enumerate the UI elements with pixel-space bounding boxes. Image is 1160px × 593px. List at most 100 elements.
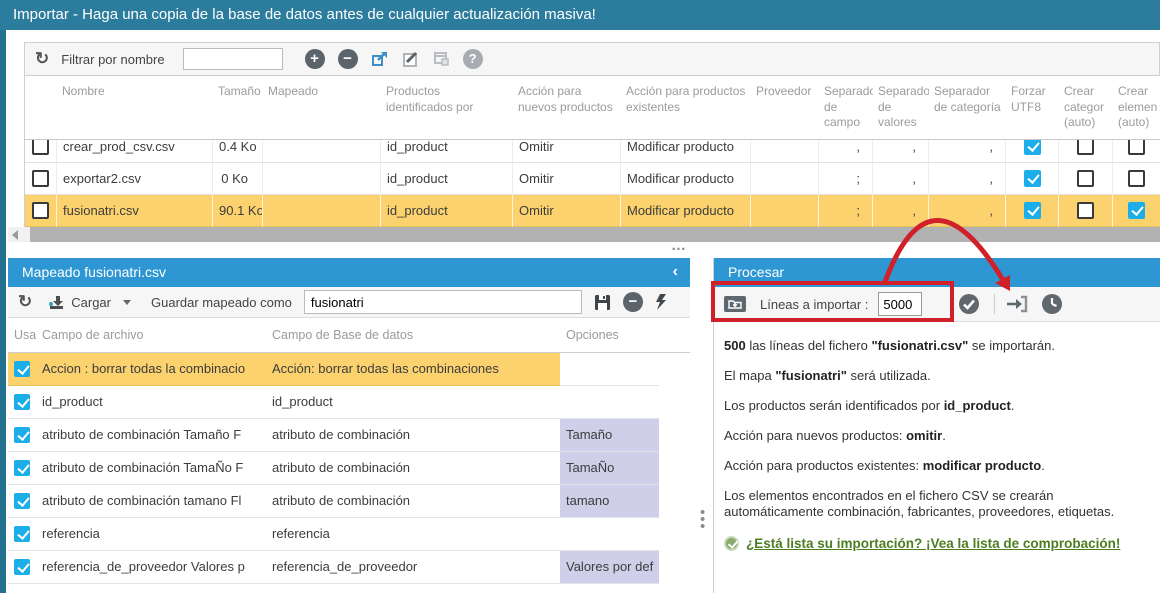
row-select-checkbox[interactable] xyxy=(32,202,49,219)
window-icon[interactable] xyxy=(433,51,450,67)
use-field-checkbox[interactable] xyxy=(14,361,30,377)
db-field-cell: atributo de combinación xyxy=(266,452,560,485)
files-col-nombre[interactable]: Nombre xyxy=(57,76,213,139)
file-mapped-cell xyxy=(263,140,381,163)
row-select-checkbox[interactable] xyxy=(32,170,49,187)
open-external-icon[interactable] xyxy=(371,50,389,68)
db-field-cell: referencia xyxy=(266,518,560,551)
use-field-checkbox[interactable] xyxy=(14,427,30,443)
edit-icon[interactable] xyxy=(402,50,420,68)
list-item[interactable]: referencia_de_proveedor Valores p refere… xyxy=(8,551,690,584)
use-field-checkbox[interactable] xyxy=(14,493,30,509)
create-categories-checkbox[interactable] xyxy=(1077,140,1094,155)
process-message: Los productos serán identificados por id… xyxy=(724,398,1156,414)
window-left-border xyxy=(0,30,6,593)
files-col-sep-categoria[interactable]: Separador de categoría xyxy=(929,76,1006,139)
mapping-name-input[interactable] xyxy=(304,290,582,314)
list-item[interactable]: atributo de combinación tamano Fl atribu… xyxy=(8,485,690,518)
refresh-mapping-icon[interactable]: ↻ xyxy=(18,293,32,311)
checklist-link[interactable]: ¿Está lista su importación? ¡Vea la list… xyxy=(746,536,1120,551)
files-col-crear-categor[interactable]: Crear categor (auto) xyxy=(1059,76,1113,139)
lines-to-import-input[interactable] xyxy=(878,292,922,316)
create-elements-checkbox[interactable] xyxy=(1128,202,1145,219)
lightning-icon[interactable] xyxy=(655,294,668,311)
table-row[interactable]: fusionatri.csv 90.1 Ko id_product Omitir… xyxy=(25,195,1160,227)
use-field-checkbox[interactable] xyxy=(14,460,30,476)
use-field-checkbox[interactable] xyxy=(14,559,30,575)
force-utf8-checkbox[interactable] xyxy=(1024,202,1041,219)
refresh-icon[interactable]: ↻ xyxy=(35,50,49,68)
mapping-col-campo-archivo[interactable]: Campo de archivo xyxy=(36,318,266,352)
mapping-col-opciones[interactable]: Opciones xyxy=(560,318,659,352)
file-name-cell: crear_prod_csv.csv xyxy=(57,140,213,163)
process-message: El mapa "fusionatri" será utilizada. xyxy=(724,368,1156,384)
filter-label: Filtrar por nombre xyxy=(61,52,164,67)
db-field-cell: Acción: borrar todas las combinaciones xyxy=(266,353,560,386)
save-mapping-icon[interactable] xyxy=(594,294,611,311)
files-table-body: crear_prod_csv.csv 0.4 Ko id_product Omi… xyxy=(24,140,1160,227)
use-field-checkbox[interactable] xyxy=(14,526,30,542)
create-categories-checkbox[interactable] xyxy=(1077,170,1094,187)
options-cell[interactable]: TamaÑo xyxy=(560,452,659,485)
row-select-checkbox[interactable] xyxy=(32,140,49,155)
files-col-tamano[interactable]: Tamaño xyxy=(213,76,263,139)
db-field-cell: atributo de combinación xyxy=(266,419,560,452)
toolbar-divider xyxy=(994,294,995,314)
mapping-col-campo-bd[interactable]: Campo de Base de datos xyxy=(266,318,560,352)
load-mapping-button[interactable]: Cargar xyxy=(48,295,131,310)
file-action-existing-cell: Modificar producto xyxy=(621,163,751,195)
green-check-icon xyxy=(724,536,739,551)
files-col-crear-elemen[interactable]: Crear elemen (auto) xyxy=(1113,76,1160,139)
import-icon[interactable] xyxy=(1005,294,1029,314)
options-cell[interactable]: Tamaño xyxy=(560,419,659,452)
list-item[interactable]: referencia referencia xyxy=(8,518,690,551)
file-action-new-cell: Omitir xyxy=(513,163,621,195)
remove-file-icon[interactable]: − xyxy=(338,49,358,69)
list-item[interactable]: Accion : borrar todas la combinacio Acci… xyxy=(8,353,690,386)
create-elements-checkbox[interactable] xyxy=(1128,140,1145,155)
files-col-mapeado[interactable]: Mapeado xyxy=(263,76,381,139)
options-cell[interactable]: Valores por def xyxy=(560,551,659,584)
create-categories-checkbox[interactable] xyxy=(1077,202,1094,219)
use-field-checkbox[interactable] xyxy=(14,394,30,410)
files-col-proveedor[interactable]: Proveedor xyxy=(751,76,819,139)
add-file-icon[interactable]: + xyxy=(305,49,325,69)
options-cell[interactable]: tamano xyxy=(560,485,659,518)
vertical-splitter-handle[interactable]: ••• xyxy=(700,508,705,529)
remove-mapping-icon[interactable]: − xyxy=(623,292,643,312)
create-elements-checkbox[interactable] xyxy=(1128,170,1145,187)
options-cell[interactable] xyxy=(560,518,659,551)
schedule-clock-icon[interactable] xyxy=(1041,293,1063,315)
file-field-cell: referencia xyxy=(36,518,266,551)
files-col-sep-valores[interactable]: Separador de valores xyxy=(873,76,929,139)
process-message: 500 las líneas del fichero "fusionatri.c… xyxy=(724,338,1156,354)
file-sep-category-cell: , xyxy=(929,140,1006,163)
table-row[interactable]: exportar2.csv 0 Ko id_product Omitir Mod… xyxy=(25,163,1160,195)
files-col-accion-nuevos[interactable]: Acción para nuevos productos xyxy=(513,76,621,139)
validate-icon[interactable] xyxy=(958,293,980,315)
files-col-accion-existentes[interactable]: Acción para productos existentes xyxy=(621,76,751,139)
table-row[interactable]: crear_prod_csv.csv 0.4 Ko id_product Omi… xyxy=(25,140,1160,163)
scrollbar-thumb[interactable] xyxy=(30,227,1160,242)
collapse-panel-icon[interactable]: ‹ xyxy=(673,258,678,285)
horizontal-scrollbar[interactable] xyxy=(8,227,1160,242)
process-panel: Procesar Líneas a importar : 500 las lín… xyxy=(713,258,1160,593)
scroll-left-arrow-icon[interactable] xyxy=(12,230,18,240)
force-utf8-checkbox[interactable] xyxy=(1024,170,1041,187)
filter-input[interactable] xyxy=(183,48,283,70)
process-panel-title: Procesar xyxy=(728,264,784,280)
file-sep-values-cell: , xyxy=(873,195,929,227)
files-col-identificados[interactable]: Productos identificados por xyxy=(381,76,513,139)
list-item[interactable]: atributo de combinación Tamaño F atribut… xyxy=(8,419,690,452)
options-cell[interactable] xyxy=(560,386,659,419)
folder-plus-icon[interactable] xyxy=(724,295,746,313)
files-col-sep-campo[interactable]: Separador de campo xyxy=(819,76,873,139)
force-utf8-checkbox[interactable] xyxy=(1024,140,1041,155)
options-cell[interactable] xyxy=(560,353,659,386)
help-icon[interactable]: ? xyxy=(463,49,483,69)
checklist-row: ¿Está lista su importación? ¡Vea la list… xyxy=(714,536,1160,551)
files-col-utf8[interactable]: Forzar UTF8 xyxy=(1006,76,1059,139)
list-item[interactable]: atributo de combinación TamaÑo F atribut… xyxy=(8,452,690,485)
list-item[interactable]: id_product id_product xyxy=(8,386,690,419)
horizontal-splitter-handle[interactable]: … xyxy=(671,237,687,254)
